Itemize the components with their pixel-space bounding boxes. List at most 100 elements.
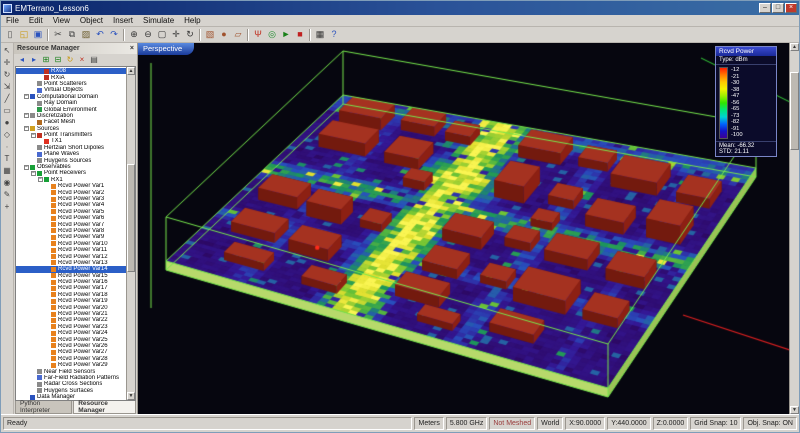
- tree-node-icon: [37, 120, 42, 125]
- sphere-tool-button[interactable]: ●: [217, 28, 231, 42]
- rm-refresh-button[interactable]: ↻: [64, 55, 76, 66]
- status-bar: Ready Meters 5.800 GHz Not Meshed World …: [1, 414, 799, 432]
- tree-item-label: Plane Waves: [44, 151, 79, 157]
- tree-scroll-track[interactable]: [127, 75, 135, 392]
- scroll-down-icon[interactable]: ▼: [127, 392, 135, 400]
- tree-node-icon: [51, 197, 56, 202]
- title-bar[interactable]: EMTerrano_Lesson6 – □ ×: [1, 1, 799, 15]
- stop-simulation-button[interactable]: ■: [293, 28, 307, 42]
- viewport-scroll-up-icon[interactable]: ▲: [790, 43, 799, 51]
- tree-scrollbar[interactable]: ▲ ▼: [126, 67, 135, 400]
- new-file-button[interactable]: ▯: [3, 28, 17, 42]
- tree-expander-icon[interactable]: −: [24, 113, 29, 118]
- line-tool[interactable]: ╱: [1, 93, 13, 105]
- panel-title-bar[interactable]: Resource Manager ×: [14, 43, 137, 54]
- circle-tool[interactable]: ●: [1, 117, 13, 129]
- tree-node-icon: [51, 337, 56, 342]
- rm-collapse-all-button[interactable]: ⊟: [52, 55, 64, 66]
- minimize-button[interactable]: –: [759, 3, 771, 13]
- tree-node-icon: [51, 324, 56, 329]
- undo-button[interactable]: ↶: [93, 28, 107, 42]
- menu-insert[interactable]: Insert: [108, 15, 138, 26]
- side-tool-icon: ◉: [4, 179, 11, 187]
- panel-tab-resource-manager[interactable]: Resource Manager: [73, 401, 136, 414]
- viewport-canvas[interactable]: [138, 43, 789, 414]
- select-tool[interactable]: ↖: [1, 45, 13, 57]
- rm-back-button[interactable]: ◂: [16, 55, 28, 66]
- viewport-scroll-down-icon[interactable]: ▼: [790, 406, 799, 414]
- viewport-scroll-track[interactable]: [790, 51, 799, 406]
- move-tool[interactable]: ✛: [1, 57, 13, 69]
- toolbar-icon: ▨: [82, 30, 91, 39]
- zoom-fit-button[interactable]: ▢: [155, 28, 169, 42]
- tree-scroll-thumb[interactable]: [127, 164, 135, 272]
- rotate-view-button[interactable]: ↻: [183, 28, 197, 42]
- pencil-tool[interactable]: ✎: [1, 189, 13, 201]
- redo-button[interactable]: ↷: [107, 28, 121, 42]
- legend-panel[interactable]: Rcvd Power Type: dBm -12 -21 -30 -38 -47: [715, 46, 777, 157]
- save-button[interactable]: ▣: [31, 28, 45, 42]
- panel-close-icon[interactable]: ×: [130, 45, 134, 52]
- tree-item-label: Point Transmitters: [44, 132, 92, 138]
- main-toolbar: ▯ ◱ ▣ ✂ ⧉ ▨ ↶: [1, 27, 799, 43]
- menu-edit[interactable]: Edit: [24, 15, 48, 26]
- mesh-tool[interactable]: ▦: [1, 165, 13, 177]
- panel-tabs: Python Interpreter Resource Manager: [14, 401, 137, 414]
- tree-item-label: RX1: [51, 177, 63, 183]
- grid-toggle-button[interactable]: ▦: [313, 28, 327, 42]
- transmitter-button[interactable]: Ψ: [251, 28, 265, 42]
- scale-tool[interactable]: ⇲: [1, 81, 13, 93]
- tree-expander-icon[interactable]: −: [24, 126, 29, 131]
- help-button[interactable]: ?: [327, 28, 341, 42]
- rm-delete-button[interactable]: ×: [76, 55, 88, 66]
- menu-help[interactable]: Help: [179, 15, 205, 26]
- viewport-scrollbar[interactable]: ▲ ▼: [789, 43, 799, 414]
- tree-item-label: Rcvd Power Var14: [58, 266, 108, 272]
- tree-node-icon: [44, 75, 49, 80]
- rotate-tool[interactable]: ↻: [1, 69, 13, 81]
- rect-tool[interactable]: ▭: [1, 105, 13, 117]
- run-simulation-button[interactable]: ►: [279, 28, 293, 42]
- panel-tab-python-interpreter[interactable]: Python Interpreter: [15, 401, 72, 414]
- measure-tool[interactable]: +: [1, 201, 13, 213]
- paste-button[interactable]: ▨: [79, 28, 93, 42]
- text-tool[interactable]: T: [1, 153, 13, 165]
- cut-button[interactable]: ✂: [51, 28, 65, 42]
- tree-expander-icon[interactable]: −: [38, 177, 43, 182]
- viewport-scroll-thumb[interactable]: [790, 72, 799, 150]
- viewport-mode-label[interactable]: Perspective: [138, 43, 194, 55]
- tree-item-label: Computational Domain: [37, 94, 98, 100]
- tree-expander-icon[interactable]: −: [31, 133, 36, 138]
- rm-forward-button[interactable]: ▸: [28, 55, 40, 66]
- tree-expander-icon[interactable]: −: [24, 94, 29, 99]
- camera-tool[interactable]: ◉: [1, 177, 13, 189]
- menu-view[interactable]: View: [48, 15, 75, 26]
- menu-file[interactable]: File: [1, 15, 24, 26]
- close-button[interactable]: ×: [785, 3, 797, 13]
- receiver-button[interactable]: ◎: [265, 28, 279, 42]
- menu-object[interactable]: Object: [75, 15, 108, 26]
- plane-tool-button[interactable]: ▱: [231, 28, 245, 42]
- side-tool-icon: ●: [5, 119, 10, 127]
- open-file-button[interactable]: ◱: [17, 28, 31, 42]
- polygon-tool[interactable]: ◇: [1, 129, 13, 141]
- pan-button[interactable]: ✛: [169, 28, 183, 42]
- vertex-tool[interactable]: ∙: [1, 141, 13, 153]
- maximize-button[interactable]: □: [772, 3, 784, 13]
- tree-node-icon: [51, 190, 56, 195]
- rm-expand-all-button[interactable]: ⊞: [40, 55, 52, 66]
- tree-node-icon: [51, 299, 56, 304]
- rm-properties-button[interactable]: ▤: [88, 55, 100, 66]
- menu-simulate[interactable]: Simulate: [138, 15, 179, 26]
- zoom-in-button[interactable]: ⊕: [127, 28, 141, 42]
- copy-button[interactable]: ⧉: [65, 28, 79, 42]
- tree-item-label: Rcvd Power Var6: [58, 215, 104, 221]
- status-field-grid-snap-10: Grid Snap: 10: [690, 417, 741, 430]
- zoom-out-button[interactable]: ⊖: [141, 28, 155, 42]
- tree-item-label: Rcvd Power Var7: [58, 222, 104, 228]
- box-tool-button[interactable]: ▧: [203, 28, 217, 42]
- panel-toolbar-icon: ▸: [32, 56, 36, 64]
- tree-expander-icon[interactable]: −: [24, 165, 29, 170]
- tree-expander-icon[interactable]: −: [31, 171, 36, 176]
- scroll-up-icon[interactable]: ▲: [127, 67, 135, 75]
